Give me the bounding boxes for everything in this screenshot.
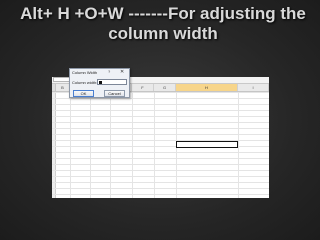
help-icon[interactable]: ? <box>108 69 110 74</box>
column-width-input[interactable] <box>97 79 127 85</box>
column-header-i[interactable]: I <box>238 84 269 91</box>
text-cursor-icon <box>99 81 102 84</box>
active-cell[interactable] <box>176 141 238 148</box>
column-header-f[interactable]: F <box>132 84 154 91</box>
column-width-label: Column width: <box>72 80 98 85</box>
column-header-g[interactable]: G <box>154 84 176 91</box>
column-width-dialog: Column Width ? ✕ Column width: OK Cancel <box>69 68 130 98</box>
ok-button[interactable]: OK <box>73 90 94 97</box>
close-icon[interactable]: ✕ <box>120 69 124 75</box>
column-header-h[interactable]: H <box>176 84 238 91</box>
slide-title: Alt+ H +O+W -------For adjusting the col… <box>20 4 306 43</box>
column-header-b[interactable]: B <box>56 84 70 91</box>
cancel-button[interactable]: Cancel <box>104 90 125 97</box>
dialog-title: Column Width <box>72 70 98 75</box>
